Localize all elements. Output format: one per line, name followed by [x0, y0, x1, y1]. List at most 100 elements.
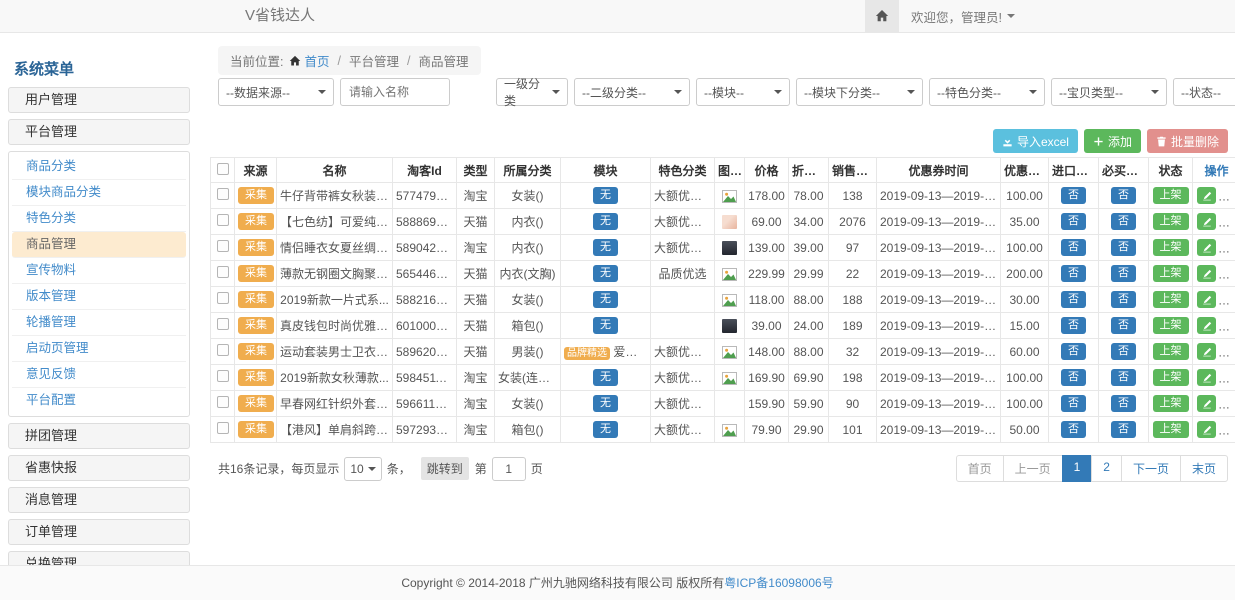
home-button[interactable]	[865, 0, 899, 32]
status-badge[interactable]: 上架	[1153, 421, 1189, 438]
edit-button[interactable]	[1197, 291, 1216, 308]
import-excel-button[interactable]: 导入excel	[993, 129, 1078, 153]
row-checkbox[interactable]	[217, 318, 229, 330]
sidebar-group-拼团管理[interactable]: 拼团管理	[8, 423, 190, 449]
sidebar-group-平台管理[interactable]: 平台管理	[8, 119, 190, 145]
sidebar-item-模块商品分类[interactable]: 模块商品分类	[12, 180, 186, 206]
row-checkbox[interactable]	[217, 266, 229, 278]
import-select-badge[interactable]: 否	[1061, 395, 1086, 412]
sidebar-group-兑换管理[interactable]: 兑换管理	[8, 551, 190, 565]
module-badge[interactable]: 品牌精选	[564, 347, 610, 360]
sidebar-item-轮播管理[interactable]: 轮播管理	[12, 310, 186, 336]
must-buy-badge[interactable]: 否	[1111, 421, 1136, 438]
module-badge[interactable]: 无	[593, 421, 618, 438]
module-badge[interactable]: 无	[593, 187, 618, 204]
edit-button[interactable]	[1197, 343, 1216, 360]
must-buy-badge[interactable]: 否	[1111, 265, 1136, 282]
must-buy-badge[interactable]: 否	[1111, 343, 1136, 360]
sidebar-item-版本管理[interactable]: 版本管理	[12, 284, 186, 310]
status-badge[interactable]: 上架	[1153, 317, 1189, 334]
must-buy-badge[interactable]: 否	[1111, 317, 1136, 334]
must-buy-badge[interactable]: 否	[1111, 187, 1136, 204]
row-checkbox[interactable]	[217, 188, 229, 200]
row-checkbox[interactable]	[217, 422, 229, 434]
sidebar-group-用户管理[interactable]: 用户管理	[8, 87, 190, 113]
import-select-badge[interactable]: 否	[1061, 187, 1086, 204]
import-select-badge[interactable]: 否	[1061, 317, 1086, 334]
sidebar-item-平台配置[interactable]: 平台配置	[12, 388, 186, 414]
filter-select[interactable]: --宝贝类型--	[1051, 78, 1167, 106]
select-all-checkbox[interactable]	[217, 163, 229, 175]
sidebar-group-消息管理[interactable]: 消息管理	[8, 487, 190, 513]
sidebar-item-特色分类[interactable]: 特色分类	[12, 206, 186, 232]
page-button-末页[interactable]: 末页	[1180, 455, 1228, 482]
edit-button[interactable]	[1197, 317, 1216, 334]
edit-button[interactable]	[1197, 369, 1216, 386]
name-filter-input[interactable]	[340, 78, 450, 106]
import-select-badge[interactable]: 否	[1061, 369, 1086, 386]
edit-button[interactable]	[1197, 187, 1216, 204]
must-buy-badge[interactable]: 否	[1111, 291, 1136, 308]
import-select-badge[interactable]: 否	[1061, 239, 1086, 256]
filter-select[interactable]: --特色分类--	[929, 78, 1045, 106]
status-badge[interactable]: 上架	[1153, 265, 1189, 282]
page-button-2[interactable]: 2	[1091, 455, 1122, 482]
row-checkbox[interactable]	[217, 214, 229, 226]
page-button-1[interactable]: 1	[1062, 455, 1093, 482]
jump-page-input[interactable]	[492, 457, 526, 481]
row-checkbox[interactable]	[217, 292, 229, 304]
status-badge[interactable]: 上架	[1153, 239, 1189, 256]
batch-delete-button[interactable]: 批量删除	[1147, 129, 1228, 153]
import-select-badge[interactable]: 否	[1061, 265, 1086, 282]
filter-select[interactable]: --模块--	[696, 78, 790, 106]
status-badge[interactable]: 上架	[1153, 369, 1189, 386]
must-buy-badge[interactable]: 否	[1111, 213, 1136, 230]
must-buy-badge[interactable]: 否	[1111, 239, 1136, 256]
sidebar-group-订单管理[interactable]: 订单管理	[8, 519, 190, 545]
import-select-badge[interactable]: 否	[1061, 421, 1086, 438]
sidebar-item-意见反馈[interactable]: 意见反馈	[12, 362, 186, 388]
status-badge[interactable]: 上架	[1153, 213, 1189, 230]
module-badge[interactable]: 无	[593, 369, 618, 386]
filter-select[interactable]: --状态--	[1173, 78, 1235, 106]
filter-select[interactable]: --数据来源--	[218, 78, 334, 106]
edit-button[interactable]	[1197, 265, 1216, 282]
row-checkbox[interactable]	[217, 240, 229, 252]
module-badge[interactable]: 无	[593, 213, 618, 230]
filter-select[interactable]: 一级分类	[496, 78, 568, 106]
status-badge[interactable]: 上架	[1153, 291, 1189, 308]
status-badge[interactable]: 上架	[1153, 395, 1189, 412]
module-badge[interactable]: 无	[593, 317, 618, 334]
edit-button[interactable]	[1197, 395, 1216, 412]
module-badge[interactable]: 无	[593, 239, 618, 256]
page-button-下一页[interactable]: 下一页	[1121, 455, 1181, 482]
row-checkbox[interactable]	[217, 344, 229, 356]
row-checkbox[interactable]	[217, 370, 229, 382]
import-select-badge[interactable]: 否	[1061, 343, 1086, 360]
per-page-select[interactable]: 10	[344, 457, 381, 481]
module-badge[interactable]: 无	[593, 291, 618, 308]
sidebar-item-宣传物料[interactable]: 宣传物料	[12, 258, 186, 284]
icp-link[interactable]: 粤ICP备16098006号	[724, 576, 833, 590]
sidebar-item-启动页管理[interactable]: 启动页管理	[12, 336, 186, 362]
sidebar-item-商品管理[interactable]: 商品管理	[12, 232, 186, 258]
import-select-badge[interactable]: 否	[1061, 291, 1086, 308]
user-menu[interactable]: 欢迎您，管理员!	[899, 0, 1027, 32]
filter-select[interactable]: --模块下分类--	[796, 78, 923, 106]
edit-button[interactable]	[1197, 239, 1216, 256]
edit-button[interactable]	[1197, 213, 1216, 230]
sidebar-item-商品分类[interactable]: 商品分类	[12, 154, 186, 180]
import-select-badge[interactable]: 否	[1061, 213, 1086, 230]
must-buy-badge[interactable]: 否	[1111, 369, 1136, 386]
sidebar-group-省惠快报[interactable]: 省惠快报	[8, 455, 190, 481]
edit-button[interactable]	[1197, 421, 1216, 438]
jump-to-button[interactable]: 跳转到	[421, 457, 469, 480]
filter-select[interactable]: --二级分类--	[574, 78, 690, 106]
row-checkbox[interactable]	[217, 396, 229, 408]
module-badge[interactable]: 无	[593, 395, 618, 412]
add-button[interactable]: 添加	[1084, 129, 1141, 153]
status-badge[interactable]: 上架	[1153, 343, 1189, 360]
status-badge[interactable]: 上架	[1153, 187, 1189, 204]
module-badge[interactable]: 无	[593, 265, 618, 282]
must-buy-badge[interactable]: 否	[1111, 395, 1136, 412]
